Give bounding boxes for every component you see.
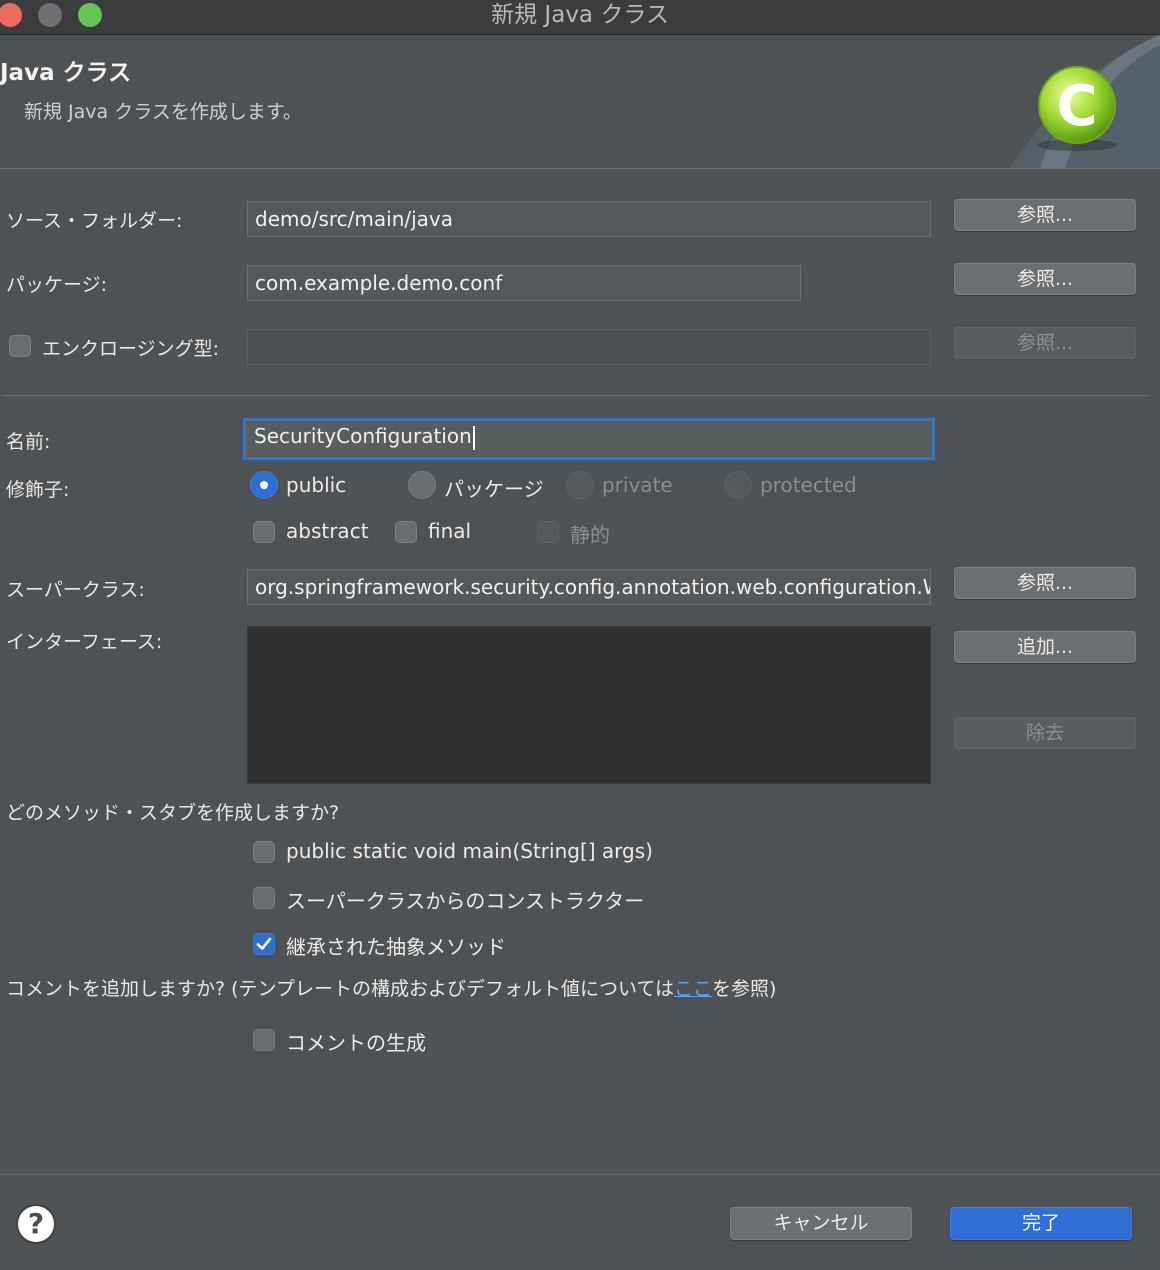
method-stubs-question: どのメソッド・スタブを作成しますか? — [6, 802, 340, 824]
wizard-header: Java クラス 新規 Java クラスを作成します。 C — [0, 35, 1160, 169]
enclosing-type-checkbox[interactable] — [9, 335, 31, 357]
help-icon[interactable]: ? — [18, 1206, 54, 1242]
package-browse-button[interactable]: 参照... — [954, 263, 1136, 295]
enclosing-type-label: エンクロージング型: — [42, 338, 220, 360]
interfaces-label: インターフェース: — [6, 631, 163, 653]
superclass-input[interactable]: org.springframework.security.config.anno… — [247, 569, 931, 605]
modifier-static-checkbox[interactable] — [537, 521, 559, 543]
modifier-abstract-checkbox[interactable] — [253, 521, 275, 543]
modifier-public-radio[interactable] — [250, 471, 278, 499]
modifier-private-label: private — [602, 473, 673, 497]
stub-constructor-checkbox[interactable] — [253, 887, 275, 909]
modifier-public-label: public — [286, 473, 347, 497]
class-name-value: SecurityConfiguration — [254, 424, 472, 448]
class-name-input[interactable]: SecurityConfiguration — [243, 418, 935, 460]
stub-main-checkbox[interactable] — [253, 841, 275, 863]
source-folder-input[interactable]: demo/src/main/java — [247, 201, 931, 237]
superclass-label: スーパークラス: — [6, 579, 145, 601]
text-caret — [472, 425, 475, 450]
window-title: 新規 Java クラス — [491, 2, 669, 28]
modifier-final-label: final — [428, 519, 472, 543]
page-description: 新規 Java クラスを作成します。 — [24, 101, 302, 123]
cancel-button[interactable]: キャンセル — [730, 1207, 912, 1240]
interfaces-remove-button[interactable]: 除去 — [954, 717, 1136, 749]
section-divider — [2, 395, 1148, 396]
stub-inherited-abstract-label: 継承された抽象メソッド — [286, 935, 506, 959]
footer-divider — [0, 1174, 1160, 1175]
enclosing-type-input[interactable] — [247, 329, 931, 365]
modifier-package-radio[interactable] — [408, 471, 436, 499]
name-label: 名前: — [6, 431, 51, 453]
modifiers-label: 修飾子: — [6, 479, 70, 501]
interfaces-add-button[interactable]: 追加... — [954, 631, 1136, 663]
comments-question-suffix: を参照) — [712, 978, 777, 1000]
stub-main-label: public static void main(String[] args) — [286, 839, 653, 863]
package-input[interactable]: com.example.demo.conf — [247, 265, 801, 301]
interfaces-list[interactable] — [247, 626, 931, 784]
templates-link[interactable]: ここ — [674, 978, 712, 1000]
modifier-package-label: パッケージ — [444, 477, 544, 501]
modifier-static-label: 静的 — [570, 523, 610, 547]
generate-comments-label: コメントの生成 — [286, 1031, 426, 1055]
modifier-protected-label: protected — [760, 473, 857, 497]
enclosing-type-browse-button[interactable]: 参照... — [954, 327, 1136, 359]
modifier-private-radio[interactable] — [566, 471, 594, 499]
checkmark-icon — [256, 937, 272, 950]
generate-comments-checkbox[interactable] — [253, 1029, 275, 1051]
comments-question: コメントを追加しますか? (テンプレートの構成およびデフォルト値についてはここを… — [6, 974, 776, 1001]
modifier-final-checkbox[interactable] — [395, 521, 417, 543]
finish-button[interactable]: 完了 — [950, 1207, 1132, 1240]
source-folder-label: ソース・フォルダー: — [6, 210, 183, 232]
modifier-abstract-label: abstract — [286, 519, 369, 543]
comments-question-text: コメントを追加しますか? (テンプレートの構成およびデフォルト値については — [6, 978, 675, 1000]
modifier-protected-radio[interactable] — [724, 471, 752, 499]
stub-inherited-abstract-checkbox[interactable] — [253, 933, 275, 955]
page-title: Java クラス — [0, 60, 132, 86]
svg-text:C: C — [1056, 74, 1097, 139]
source-folder-browse-button[interactable]: 参照... — [954, 199, 1136, 231]
package-label: パッケージ: — [6, 274, 108, 296]
class-wizard-banner-icon: C — [1010, 35, 1160, 168]
stub-constructor-label: スーパークラスからのコンストラクター — [286, 889, 645, 913]
superclass-browse-button[interactable]: 参照... — [954, 567, 1136, 599]
